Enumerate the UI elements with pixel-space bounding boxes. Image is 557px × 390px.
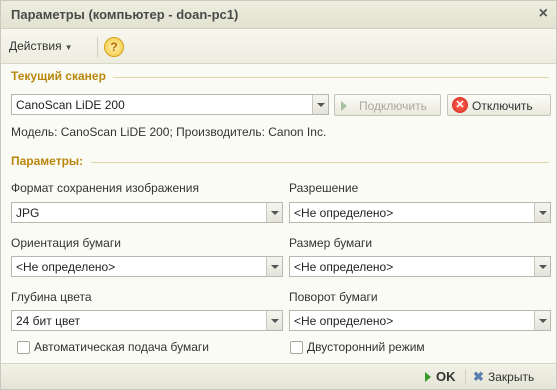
section-divider bbox=[91, 162, 549, 163]
play-icon bbox=[425, 372, 431, 382]
scanner-settings-dialog: Параметры (компьютер - doan-pc1) × Дейст… bbox=[0, 0, 557, 390]
chevron-down-icon[interactable] bbox=[312, 95, 328, 114]
resolution-select[interactable]: <Не определено> bbox=[289, 202, 551, 223]
chevron-down-icon[interactable] bbox=[266, 203, 282, 222]
chevron-down-icon[interactable] bbox=[534, 257, 550, 276]
chevron-down-icon[interactable] bbox=[534, 311, 550, 330]
title-bar: Параметры (компьютер - doan-pc1) × bbox=[1, 1, 556, 29]
chevron-down-icon[interactable] bbox=[266, 311, 282, 330]
scanner-select[interactable]: CanoScan LiDE 200 bbox=[11, 94, 329, 115]
ok-label: OK bbox=[436, 369, 456, 384]
play-icon bbox=[341, 101, 347, 111]
toolbar-divider bbox=[97, 37, 98, 57]
help-icon[interactable]: ? bbox=[104, 37, 124, 57]
connect-label: Подключить bbox=[359, 99, 427, 113]
image-format-label: Формат сохранения изображения bbox=[11, 181, 199, 195]
rotation-label: Поворот бумаги bbox=[289, 290, 378, 304]
actions-menu-button[interactable]: Действия ▼ bbox=[9, 39, 73, 53]
duplex-label: Двусторонний режим bbox=[307, 340, 425, 354]
paper-size-label: Размер бумаги bbox=[289, 236, 373, 250]
paper-size-select[interactable]: <Не определено> bbox=[289, 256, 551, 277]
close-icon[interactable]: × bbox=[539, 5, 548, 23]
window-title: Параметры (компьютер - doan-pc1) bbox=[11, 7, 239, 22]
disconnect-label: Отключить bbox=[472, 99, 533, 113]
section-title-parameters: Параметры: bbox=[11, 154, 84, 168]
image-format-value: JPG bbox=[16, 206, 40, 220]
resolution-label: Разрешение bbox=[289, 181, 359, 195]
scanner-select-value: CanoScan LiDE 200 bbox=[16, 98, 125, 112]
duplex-checkbox[interactable]: Двусторонний режим bbox=[290, 340, 470, 356]
disconnect-icon: ✕ bbox=[452, 97, 468, 113]
checkbox-box[interactable] bbox=[17, 341, 30, 354]
footer-divider bbox=[465, 369, 466, 385]
section-divider bbox=[113, 77, 549, 78]
checkbox-box[interactable] bbox=[290, 341, 303, 354]
connect-button[interactable]: Подключить bbox=[334, 94, 441, 116]
rotation-select[interactable]: <Не определено> bbox=[289, 310, 551, 331]
rotation-value: <Не определено> bbox=[294, 314, 394, 328]
chevron-down-icon[interactable] bbox=[266, 257, 282, 276]
ok-button[interactable]: OK bbox=[425, 369, 461, 387]
resolution-value: <Не определено> bbox=[294, 206, 394, 220]
image-format-select[interactable]: JPG bbox=[11, 202, 283, 223]
auto-feed-checkbox[interactable]: Автоматическая подача бумаги bbox=[17, 340, 257, 356]
orientation-label: Ориентация бумаги bbox=[11, 236, 121, 250]
close-label: Закрыть bbox=[488, 370, 535, 384]
actions-menu-label: Действия bbox=[9, 39, 62, 53]
disconnect-button[interactable]: ✕ Отключить bbox=[447, 94, 551, 116]
dialog-footer: OK ✖ Закрыть bbox=[1, 363, 556, 389]
color-depth-value: 24 бит цвет bbox=[16, 314, 80, 328]
orientation-select[interactable]: <Не определено> bbox=[11, 256, 283, 277]
close-button[interactable]: ✖ Закрыть bbox=[473, 369, 549, 386]
paper-size-value: <Не определено> bbox=[294, 260, 394, 274]
section-title-current-scanner: Текущий сканер bbox=[11, 69, 106, 83]
toolbar: Действия ▼ ? bbox=[1, 29, 556, 64]
chevron-down-icon[interactable] bbox=[534, 203, 550, 222]
orientation-value: <Не определено> bbox=[16, 260, 116, 274]
color-depth-select[interactable]: 24 бит цвет bbox=[11, 310, 283, 331]
scanner-model-info: Модель: CanoScan LiDE 200; Производитель… bbox=[11, 125, 327, 139]
chevron-down-icon: ▼ bbox=[64, 43, 73, 52]
auto-feed-label: Автоматическая подача бумаги bbox=[34, 340, 210, 354]
color-depth-label: Глубина цвета bbox=[11, 290, 92, 304]
close-icon: ✖ bbox=[473, 369, 484, 384]
